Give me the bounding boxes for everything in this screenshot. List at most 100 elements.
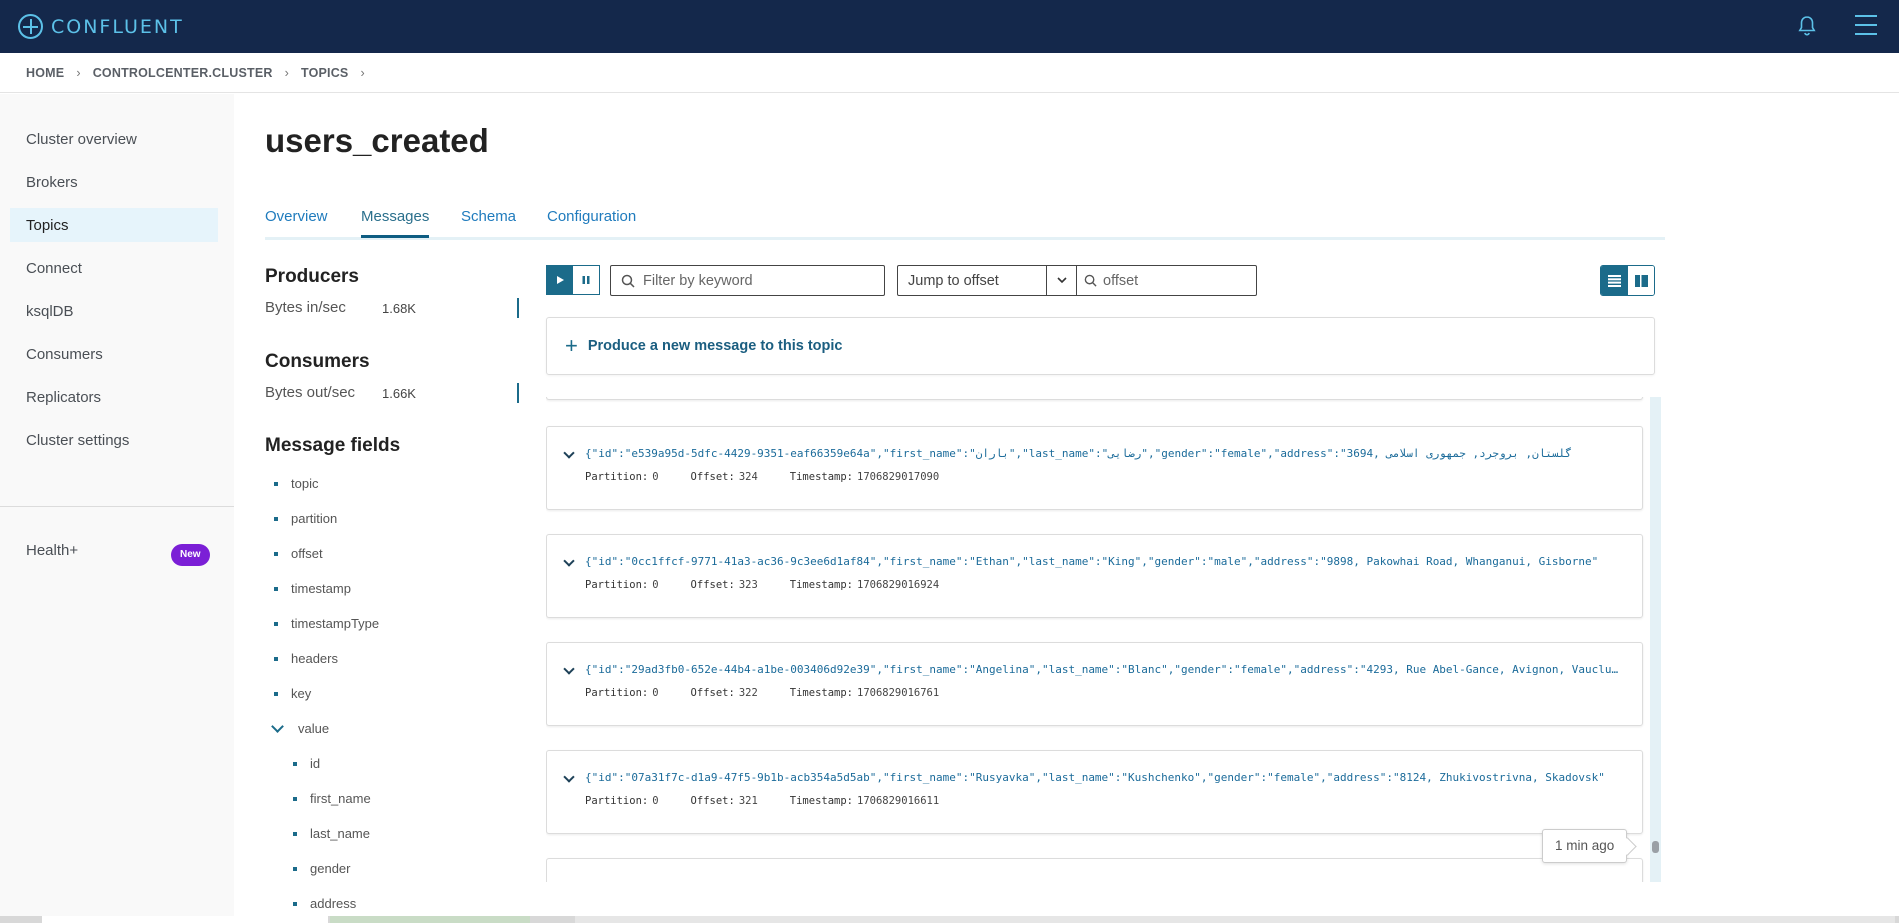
breadcrumb: HOME › CONTROLCENTER.CLUSTER › TOPICS › — [0, 53, 1899, 93]
offset-field — [1076, 265, 1257, 296]
message-card[interactable]: {"id":"29ad3fb0-652e-44b4-a1be-003406d92… — [546, 642, 1643, 726]
message-card-partial — [546, 858, 1643, 882]
sidebar-item-health-plus[interactable]: Health+ — [26, 542, 78, 559]
message-card[interactable]: {"id":"07a31f7c-d1a9-47f5-9b1b-acb354a5d… — [546, 750, 1643, 834]
field-value-toggle[interactable]: value — [270, 720, 329, 736]
relative-time-tooltip: 1 min ago — [1542, 829, 1628, 863]
field-item[interactable]: partition — [274, 511, 337, 526]
filter-keyword-input[interactable] — [643, 272, 863, 289]
sidebar: Cluster overview Brokers Topics Connect … — [0, 94, 234, 923]
value-field-item[interactable]: gender — [293, 861, 350, 876]
message-partition: 0 — [652, 795, 659, 807]
value-field-item[interactable]: id — [293, 756, 320, 771]
playback-controls — [546, 265, 600, 295]
sidebar-item-connect[interactable]: Connect — [10, 251, 218, 285]
bell-icon[interactable] — [1795, 14, 1819, 38]
message-card[interactable]: {"id":"0cc1ffcf-9771-41a3-ac36-9c3ee6d1a… — [546, 534, 1643, 618]
breadcrumb-cluster[interactable]: CONTROLCENTER.CLUSTER — [93, 66, 273, 80]
pause-button[interactable] — [573, 266, 599, 294]
pause-icon — [582, 276, 590, 284]
field-item[interactable]: timestamp — [274, 581, 351, 596]
chevron-down-icon[interactable] — [563, 771, 575, 783]
produce-message-button[interactable]: + Produce a new message to this topic — [546, 317, 1655, 375]
sidebar-item-replicators[interactable]: Replicators — [10, 380, 218, 414]
message-offset: 324 — [738, 471, 758, 483]
consumers-title: Consumers — [265, 351, 370, 372]
message-value: {"id":"e539a95d-5dfc-4429-9351-eaf66359e… — [585, 447, 1572, 460]
value-field-item[interactable]: address — [293, 896, 356, 911]
scrollbar-thumb[interactable] — [1652, 841, 1659, 853]
message-partition: 0 — [652, 687, 659, 699]
topic-tabs: Overview Messages Schema Configuration — [265, 206, 1665, 240]
message-timestamp: 1706829016924 — [857, 579, 940, 591]
chevron-down-icon[interactable] — [563, 447, 575, 459]
tab-configuration[interactable]: Configuration — [547, 208, 636, 235]
producers-title: Producers — [265, 266, 359, 287]
field-item[interactable]: key — [274, 686, 311, 701]
breadcrumb-topics[interactable]: TOPICS — [301, 66, 349, 80]
message-value: {"id":"29ad3fb0-652e-44b4-a1be-003406d92… — [585, 663, 1620, 676]
value-field-item[interactable]: first_name — [293, 791, 371, 806]
confluent-logo[interactable]: CONFLUENT — [18, 14, 184, 39]
message-offset: 321 — [738, 795, 758, 807]
message-timestamp: 1706829016611 — [857, 795, 940, 807]
message-offset: 322 — [738, 687, 758, 699]
page-title: users_created — [265, 122, 489, 159]
keyword-filter — [610, 265, 885, 296]
offset-input[interactable] — [1103, 272, 1243, 289]
tab-overview[interactable]: Overview — [265, 208, 328, 235]
logo-mark-icon — [18, 14, 43, 39]
jump-to-select[interactable]: Jump to offset — [897, 265, 1077, 296]
chevron-right-icon: › — [284, 65, 289, 80]
sidebar-item-cluster-overview[interactable]: Cluster overview — [10, 122, 218, 156]
value-field-item[interactable]: last_name — [293, 826, 370, 841]
logo-text: CONFLUENT — [51, 15, 184, 38]
plus-icon: + — [565, 333, 578, 358]
sidebar-item-ksqldb[interactable]: ksqlDB — [10, 294, 218, 328]
top-bar: CONFLUENT — [0, 0, 1899, 53]
field-item[interactable]: timestampType — [274, 616, 379, 631]
bytes-out-value: 1.66K — [382, 386, 416, 401]
bytes-in-sparkline — [517, 298, 519, 318]
search-icon — [621, 274, 635, 288]
field-item[interactable]: offset — [274, 546, 323, 561]
sidebar-item-topics[interactable]: Topics — [10, 208, 218, 242]
jump-to-label: Jump to offset — [908, 272, 999, 289]
play-icon — [557, 276, 565, 284]
view-toggle — [1600, 265, 1655, 296]
menu-icon[interactable] — [1855, 15, 1877, 35]
sidebar-item-consumers[interactable]: Consumers — [10, 337, 218, 371]
message-fields-title: Message fields — [265, 435, 401, 456]
message-meta: Partition: 0 Offset: 323 Timestamp: 1706829… — [585, 579, 940, 591]
tab-schema[interactable]: Schema — [461, 208, 516, 235]
bytes-out-sparkline — [517, 383, 519, 403]
message-card-partial — [546, 397, 1643, 400]
message-timestamp: 1706829016761 — [857, 687, 940, 699]
list-view-icon — [1607, 274, 1621, 287]
chevron-down-icon — [271, 720, 284, 733]
message-list-scrollbar[interactable] — [1650, 397, 1661, 882]
message-value: {"id":"07a31f7c-d1a9-47f5-9b1b-acb354a5d… — [585, 771, 1605, 784]
new-badge: New — [171, 544, 210, 566]
split-view-button[interactable] — [1627, 266, 1654, 295]
message-card[interactable]: {"id":"e539a95d-5dfc-4429-9351-eaf66359e… — [546, 426, 1643, 510]
message-value: {"id":"0cc1ffcf-9771-41a3-ac36-9c3ee6d1a… — [585, 555, 1599, 568]
split-view-icon — [1634, 274, 1648, 287]
message-meta: Partition: 0 Offset: 322 Timestamp: 1706829… — [585, 687, 940, 699]
tab-messages[interactable]: Messages — [361, 208, 430, 238]
field-item[interactable]: headers — [274, 651, 338, 666]
produce-message-label: Produce a new message to this topic — [587, 338, 843, 354]
list-view-button[interactable] — [1601, 266, 1628, 295]
chevron-down-icon[interactable] — [563, 555, 575, 567]
sidebar-item-brokers[interactable]: Brokers — [10, 165, 218, 199]
bytes-in-value: 1.68K — [382, 301, 416, 316]
sidebar-divider — [0, 506, 234, 507]
message-meta: Partition: 0 Offset: 324 Timestamp: 1706829… — [585, 471, 940, 483]
chevron-down-icon[interactable] — [563, 663, 575, 675]
sidebar-item-cluster-settings[interactable]: Cluster settings — [10, 423, 218, 457]
search-icon — [1084, 274, 1097, 287]
play-button[interactable] — [547, 266, 574, 294]
chevron-down-icon[interactable] — [1046, 266, 1076, 295]
breadcrumb-home[interactable]: HOME — [26, 66, 64, 80]
field-item[interactable]: topic — [274, 476, 318, 491]
